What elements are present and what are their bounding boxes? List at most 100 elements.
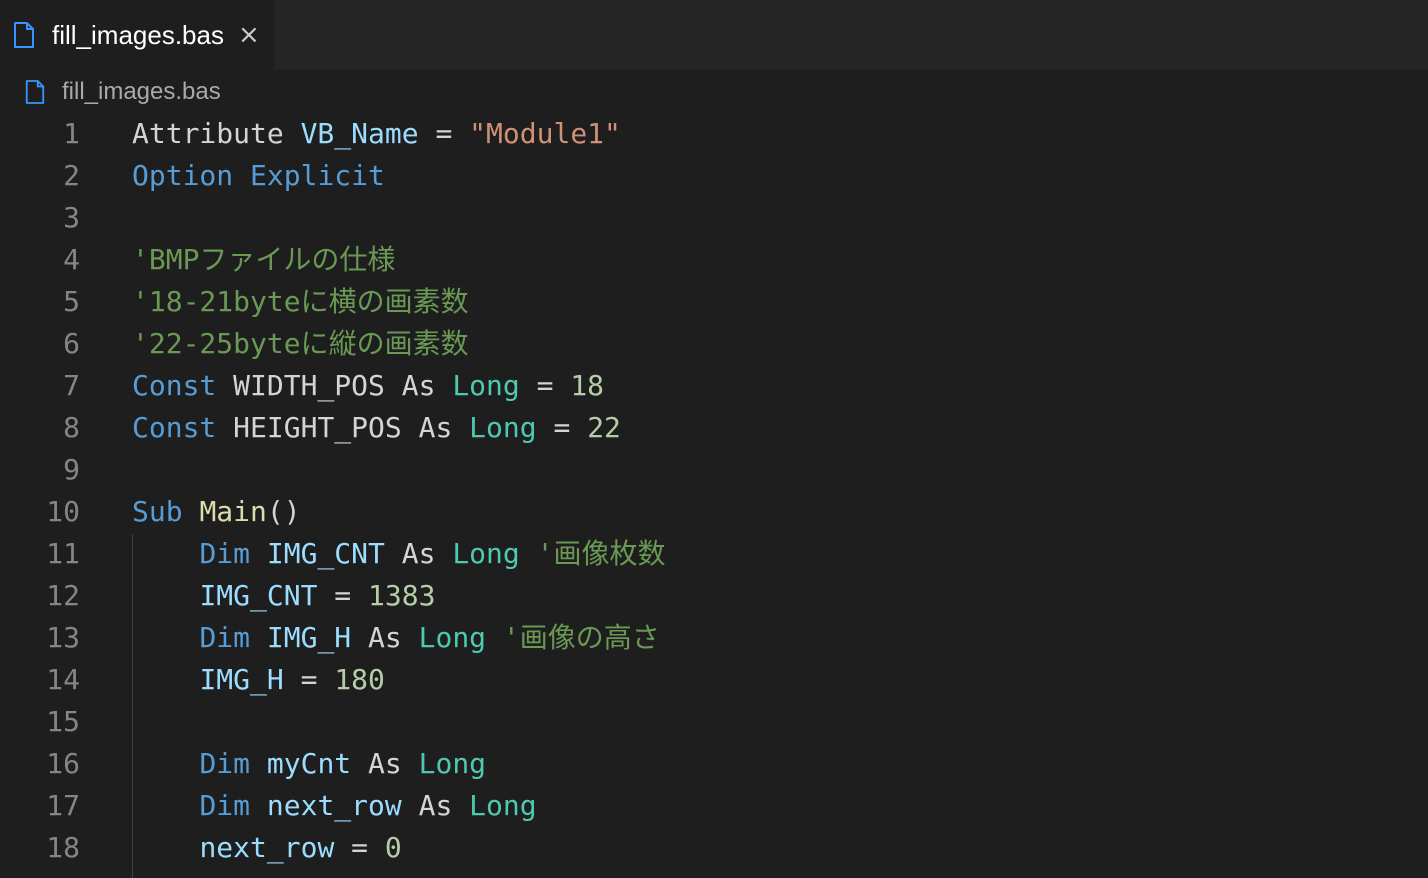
code-line[interactable]: 11 Dim IMG_CNT As Long '画像枚数	[0, 533, 1428, 575]
code-token: Long	[469, 789, 537, 822]
code-line[interactable]: 15	[0, 701, 1428, 743]
code-token: =	[317, 579, 369, 612]
code-text: Attribute VB_Name = "Module1"	[132, 113, 621, 155]
code-token: Long	[418, 621, 487, 654]
line-number: 17	[46, 789, 80, 822]
code-line[interactable]: 17 Dim next_row As Long	[0, 785, 1428, 827]
line-number: 11	[46, 537, 80, 570]
file-icon	[12, 21, 36, 49]
code-line[interactable]: 10 Sub Main()	[0, 491, 1428, 533]
code-line[interactable]: 4 'BMPファイルの仕様	[0, 239, 1428, 281]
line-number: 14	[46, 663, 80, 696]
code-line[interactable]: 18 next_row = 0	[0, 827, 1428, 869]
code-token: As	[351, 747, 419, 780]
code-line[interactable]: 2 Option Explicit	[0, 155, 1428, 197]
code-token: next_row	[266, 789, 402, 822]
code-token: IMG_H	[199, 663, 284, 696]
code-text: Const WIDTH_POS As Long = 18	[132, 365, 604, 407]
code-token: Const	[132, 369, 217, 402]
code-token: Long	[418, 747, 487, 780]
tab-label: fill_images.bas	[52, 19, 224, 50]
code-line[interactable]: 6 '22-25byteに縦の画素数	[0, 323, 1428, 365]
line-number: 13	[46, 621, 80, 654]
code-token: Main	[199, 495, 267, 528]
code-line[interactable]: 3	[0, 197, 1428, 239]
code-line[interactable]: 9	[0, 449, 1428, 491]
code-token: Sub	[132, 495, 183, 528]
close-icon[interactable]: ×	[238, 22, 260, 48]
code-token: Dim	[199, 621, 251, 654]
code-text: Dim myCnt As Long	[132, 743, 486, 785]
code-line[interactable]: 16 Dim myCnt As Long	[0, 743, 1428, 785]
code-text: Dim IMG_CNT As Long '画像枚数	[132, 533, 665, 575]
file-icon	[24, 79, 46, 105]
code-line[interactable]: 7 Const WIDTH_POS As Long = 18	[0, 365, 1428, 407]
code-text: '22-25byteに縦の画素数	[132, 323, 469, 365]
line-number: 9	[63, 453, 80, 486]
code-token: Dim	[199, 789, 251, 822]
code-token: Dim	[199, 537, 251, 570]
code-editor[interactable]: 1 Attribute VB_Name = "Module1" 2 Option Ex…	[0, 113, 1428, 878]
code-token: =	[418, 117, 470, 150]
code-token: IMG_CNT	[199, 579, 318, 612]
tab-bar: fill_images.bas ×	[0, 0, 1428, 70]
indent-guide	[132, 534, 133, 878]
code-token: As	[351, 621, 419, 654]
code-token: =	[519, 369, 571, 402]
code-line[interactable]: 5 '18-21byteに横の画素数	[0, 281, 1428, 323]
line-number: 15	[46, 705, 80, 738]
line-number: 8	[63, 411, 80, 444]
code-text: Dim next_row As Long	[132, 785, 537, 827]
code-token: ()	[266, 495, 301, 528]
code-token: As	[401, 789, 470, 822]
code-text: '18-21byteに横の画素数	[132, 281, 469, 323]
code-token: Dim	[199, 747, 251, 780]
code-token: "Module1"	[469, 117, 621, 150]
code-token: Const	[132, 411, 217, 444]
breadcrumb-file[interactable]: fill_images.bas	[62, 78, 221, 106]
code-token: 22	[587, 411, 621, 444]
code-token: As	[384, 537, 453, 570]
code-token: myCnt	[266, 747, 352, 780]
code-line[interactable]: 8 Const HEIGHT_POS As Long = 22	[0, 407, 1428, 449]
code-token: 1383	[368, 579, 436, 612]
code-line[interactable]: 1 Attribute VB_Name = "Module1"	[0, 113, 1428, 155]
code-token: =	[283, 663, 335, 696]
code-token: 180	[334, 663, 385, 696]
line-number: 3	[63, 201, 80, 234]
code-token: =	[536, 411, 588, 444]
line-number: 10	[46, 495, 80, 528]
code-line[interactable]: 12 IMG_CNT = 1383	[0, 575, 1428, 617]
code-token: Explicit	[250, 159, 385, 192]
breadcrumb: fill_images.bas	[0, 70, 1428, 114]
code-token: Long	[452, 369, 520, 402]
code-text: Dim IMG_H As Long '画像の高さ	[132, 617, 659, 659]
code-token: '画像枚数	[536, 537, 666, 570]
code-token: VB_Name	[300, 117, 419, 150]
line-number: 4	[63, 243, 80, 276]
code-line[interactable]: 14 IMG_H = 180	[0, 659, 1428, 701]
line-number: 5	[63, 285, 80, 318]
code-token: Long	[452, 537, 520, 570]
code-text: Sub Main()	[132, 491, 301, 533]
code-text: Option Explicit	[132, 155, 385, 197]
code-text: 'BMPファイルの仕様	[132, 239, 395, 281]
code-line[interactable]: 13 Dim IMG_H As Long '画像の高さ	[0, 617, 1428, 659]
tab-fill-images[interactable]: fill_images.bas ×	[0, 0, 274, 70]
code-token: '18-21byteに横の画素数	[132, 285, 469, 318]
line-number: 1	[63, 117, 80, 150]
code-token: Attribute	[132, 117, 301, 150]
